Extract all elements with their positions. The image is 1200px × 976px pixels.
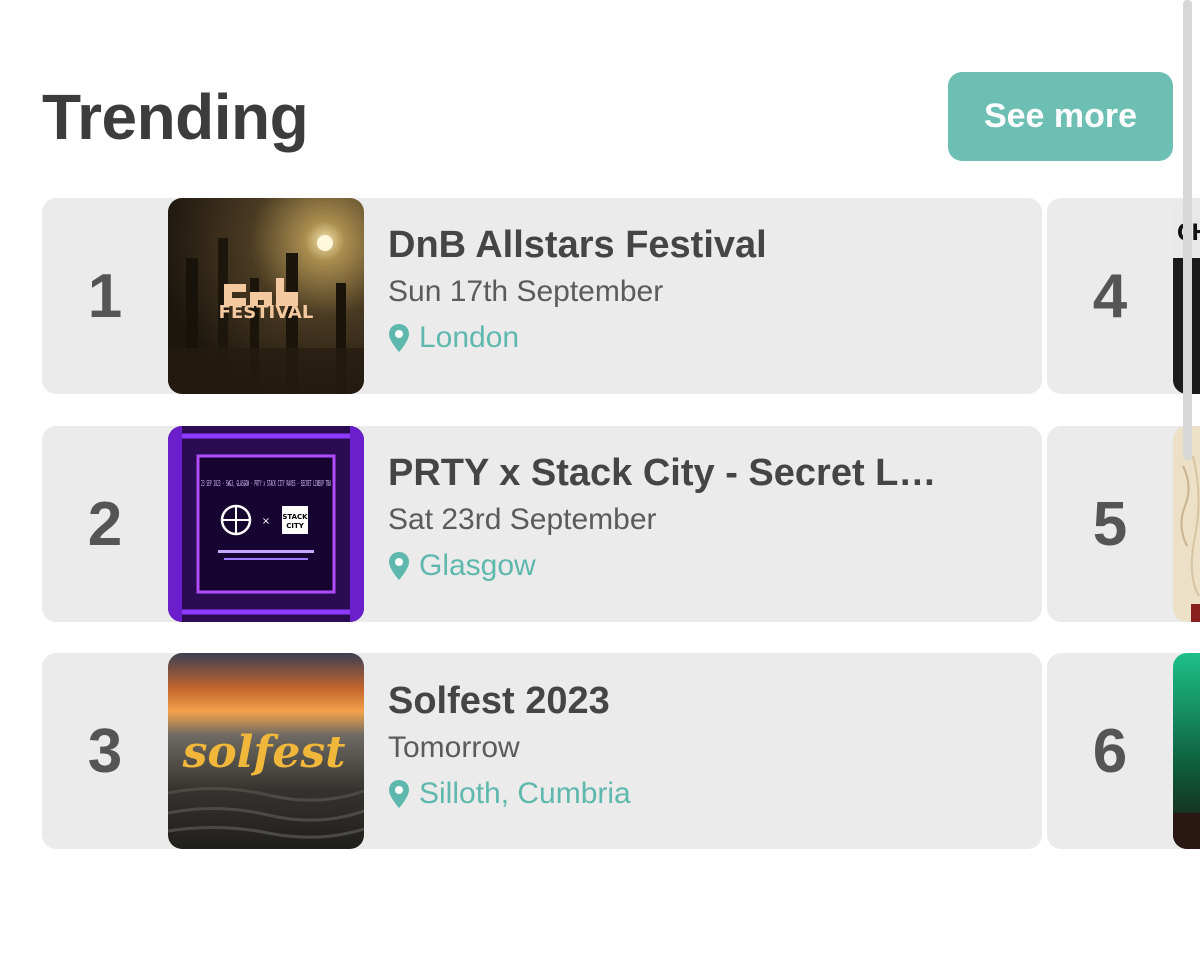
svg-text:STACK: STACK — [282, 513, 308, 521]
location-label: Glasgow — [419, 549, 536, 582]
rank-number: 6 — [1092, 716, 1128, 786]
event-name[interactable]: DnB Allstars Festival — [388, 224, 767, 267]
event-thumbnail-1[interactable]: FESTIVAL — [168, 198, 364, 394]
event-date: Sun 17th September — [388, 275, 664, 308]
event-info-1[interactable]: DnB Allstars Festival Sun 17th September… — [388, 224, 767, 355]
scrollbar[interactable] — [1183, 0, 1192, 460]
flyer-text: 23 SEP 2023 · SWG3, GLASGOW · PRTY x STA… — [201, 479, 331, 488]
location-pin-icon — [389, 324, 409, 352]
rank-number: 4 — [1092, 261, 1128, 331]
rank-number: 1 — [87, 261, 123, 331]
svg-text:CITY: CITY — [286, 522, 305, 530]
event-thumbnail-2[interactable]: × STACK CITY 23 SEP 2023 · SWG3, GLASGOW… — [168, 426, 364, 622]
event-thumbnail-6[interactable] — [1173, 653, 1200, 849]
location-label: Silloth, Cumbria — [419, 777, 631, 810]
event-info-3[interactable]: Solfest 2023 Tomorrow Silloth, Cumbria — [388, 680, 631, 811]
solfest-logo-text: solfest — [182, 727, 346, 778]
location-pin-icon — [389, 780, 409, 808]
event-date: Tomorrow — [388, 731, 520, 764]
location-label: London — [419, 321, 520, 354]
location-pin-icon — [389, 552, 409, 580]
event-location: London — [388, 321, 767, 355]
rank-number: 3 — [87, 716, 123, 786]
festival-logo-text: FESTIVAL — [219, 302, 314, 323]
trending-card-5[interactable]: 5 — [1047, 426, 1200, 622]
page-title: Trending — [42, 81, 309, 153]
event-thumbnail-3[interactable]: solfest — [168, 653, 364, 849]
event-location: Glasgow — [388, 549, 936, 583]
event-date: Sat 23rd September — [388, 503, 657, 536]
event-info-2[interactable]: PRTY x Stack City - Secret L… Sat 23rd S… — [388, 452, 936, 583]
trending-card-6[interactable]: 6 — [1047, 653, 1200, 849]
svg-text:×: × — [262, 516, 270, 527]
event-name[interactable]: Solfest 2023 — [388, 680, 631, 723]
event-location: Silloth, Cumbria — [388, 777, 631, 811]
see-more-button[interactable]: See more — [948, 72, 1173, 161]
rank-number: 5 — [1092, 489, 1128, 559]
rank-number: 2 — [87, 489, 123, 559]
event-name[interactable]: PRTY x Stack City - Secret L… — [388, 452, 936, 495]
trending-card-4[interactable]: 4 CH — [1047, 198, 1200, 394]
